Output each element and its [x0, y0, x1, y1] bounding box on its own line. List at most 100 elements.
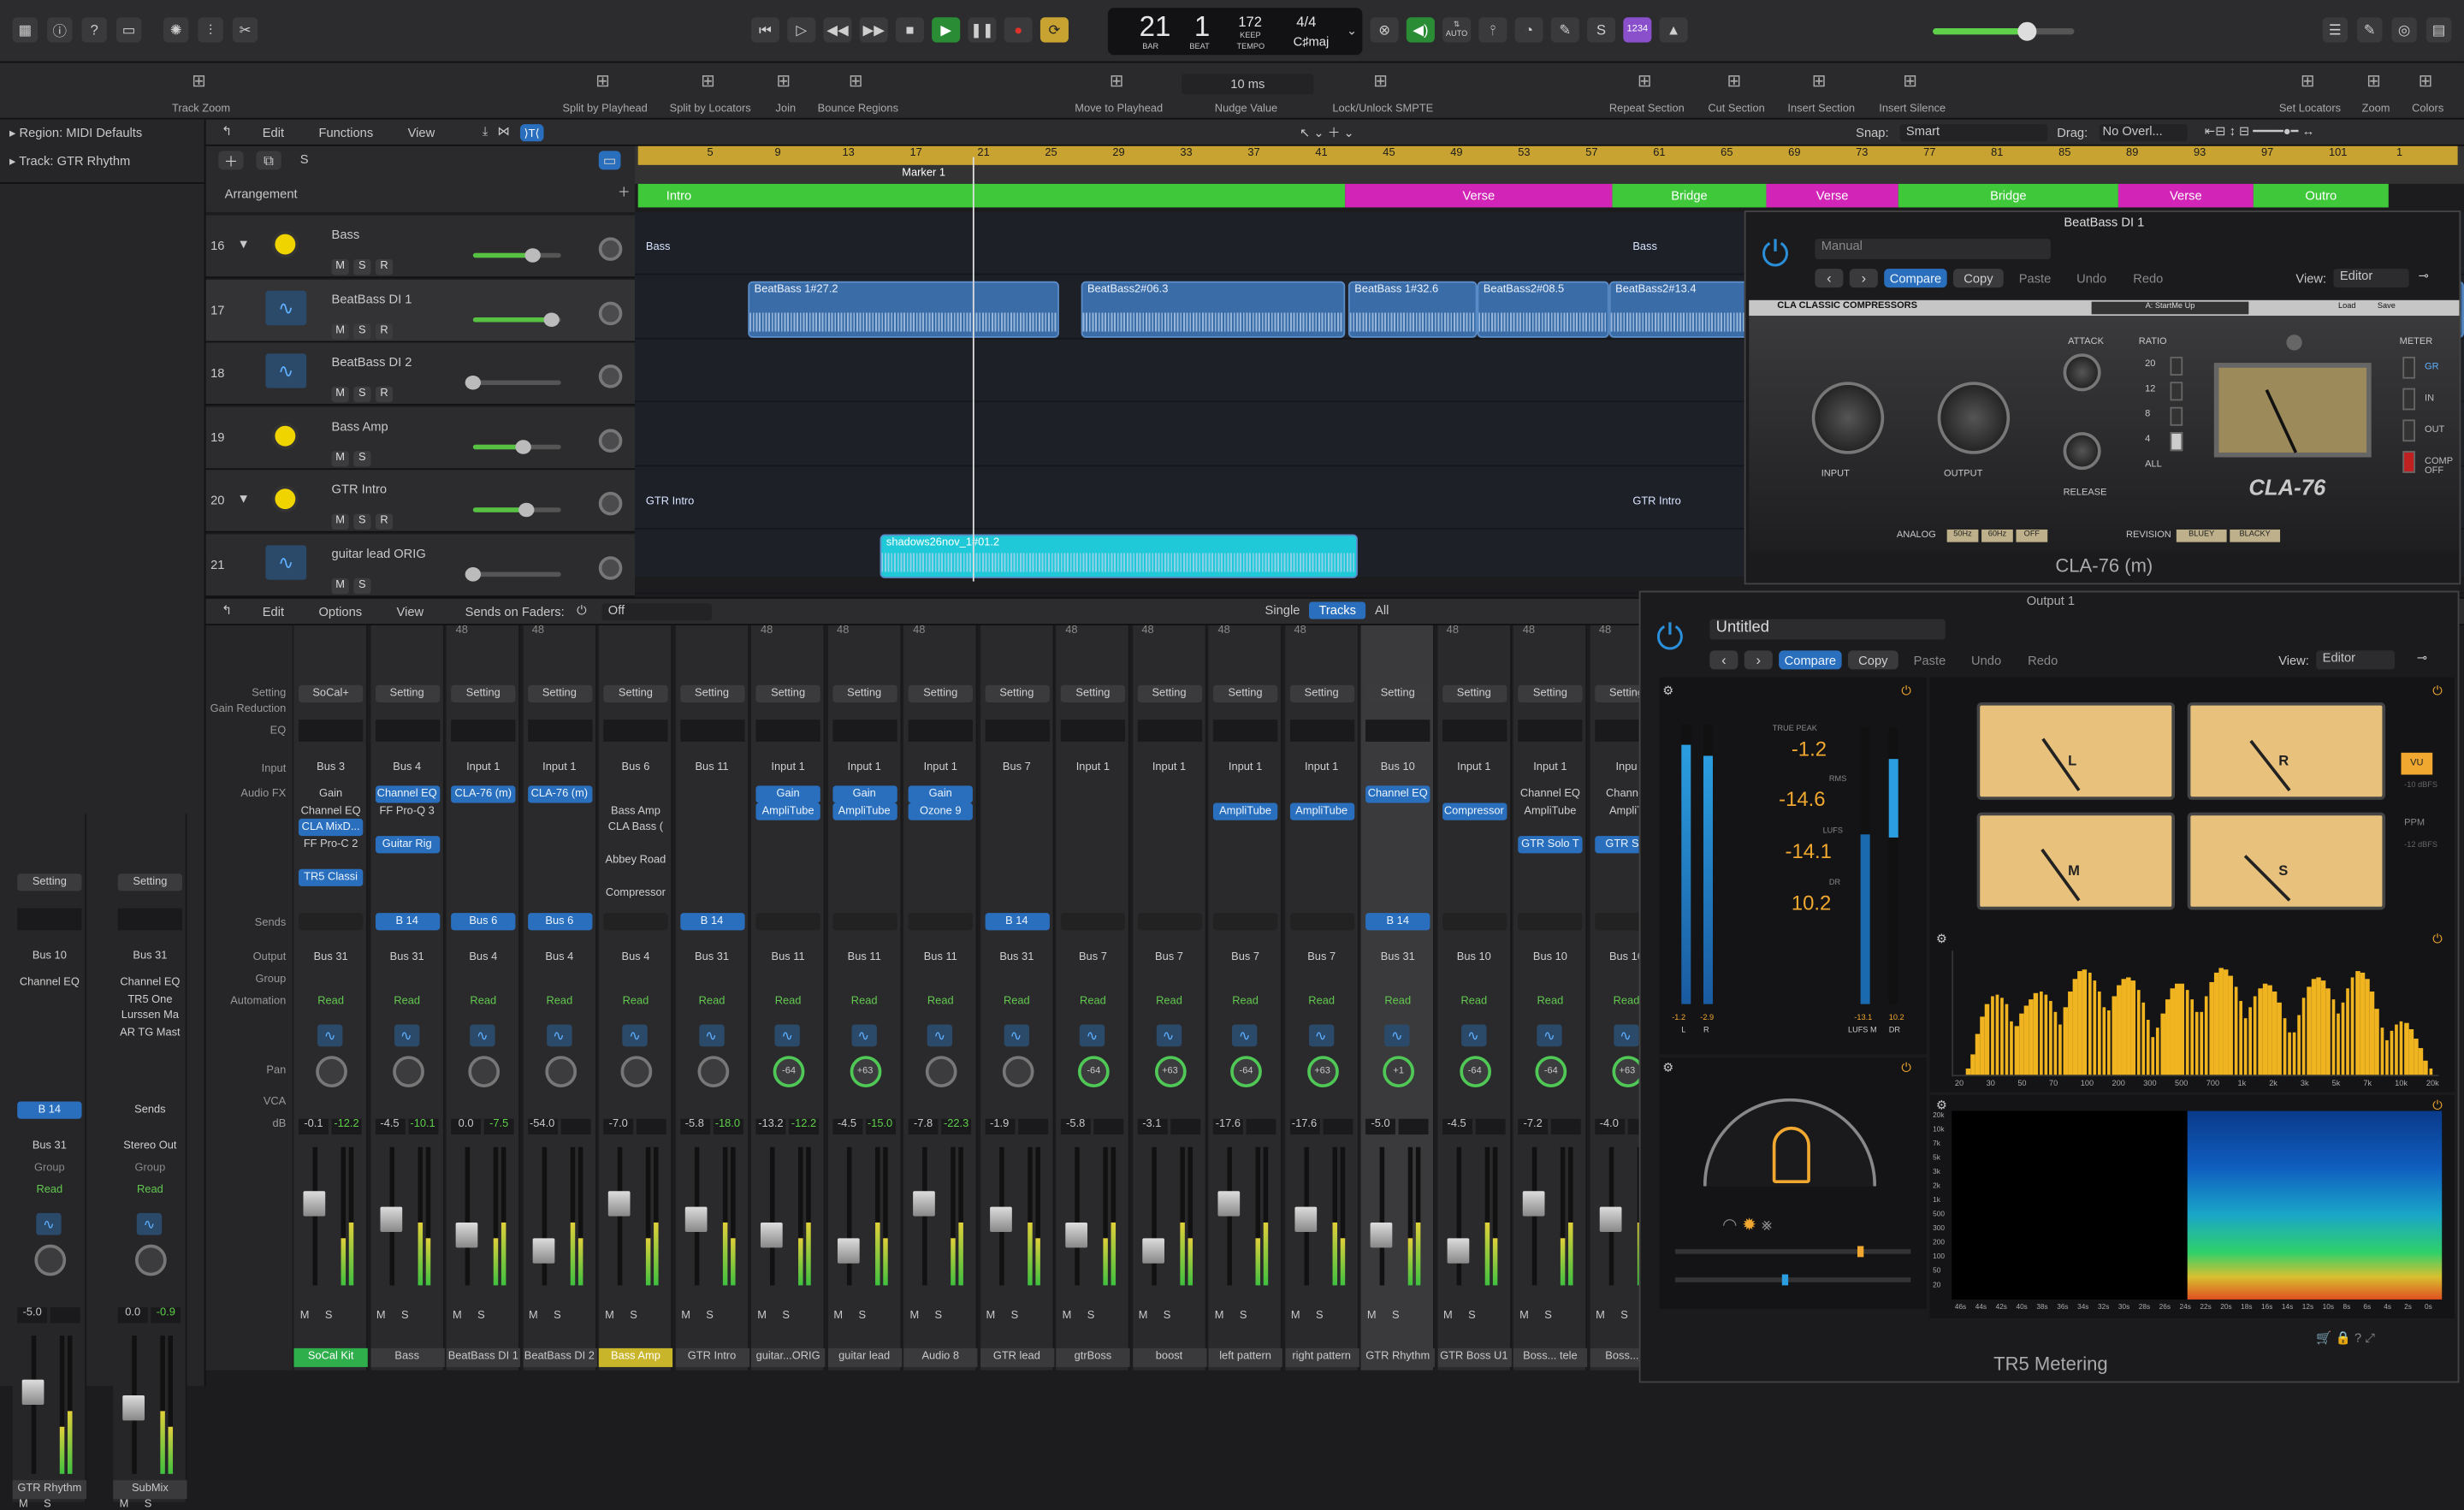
- strip-name[interactable]: Bass: [370, 1347, 444, 1367]
- audio-fx-slot[interactable]: AmpliTube: [755, 802, 820, 820]
- audio-fx-slot[interactable]: Gain: [908, 785, 973, 803]
- volume-fader-cap[interactable]: [455, 1222, 478, 1248]
- strip-name[interactable]: Boss... tele: [1513, 1347, 1588, 1367]
- automation-mode[interactable]: Read: [832, 993, 897, 1010]
- strip-name[interactable]: Bass Amp: [598, 1347, 673, 1367]
- strip-mute-button[interactable]: M: [1063, 1311, 1072, 1322]
- send-slot[interactable]: Sends: [118, 1102, 182, 1119]
- play-from-selection-icon[interactable]: ▷: [787, 17, 816, 43]
- strip-mute-button[interactable]: M: [19, 1499, 28, 1510]
- strip-mute-button[interactable]: M: [529, 1311, 538, 1322]
- volume-fader-track[interactable]: [1151, 1146, 1156, 1286]
- output-slot[interactable]: Bus 7: [1061, 949, 1125, 966]
- tool-icon-7[interactable]: ⊞: [1373, 71, 1388, 91]
- strip-solo-button[interactable]: S: [477, 1311, 485, 1322]
- section-3[interactable]: Verse: [1766, 183, 1898, 208]
- eq-thumbnail[interactable]: [1518, 719, 1583, 742]
- tr5-next-icon[interactable]: ›: [1744, 650, 1773, 670]
- pan-knob[interactable]: [696, 1056, 729, 1087]
- cla76-redo-button[interactable]: Redo: [2123, 269, 2173, 287]
- track-volume-slider[interactable]: [472, 439, 561, 453]
- setting-button[interactable]: Setting: [1060, 684, 1126, 703]
- strip-name[interactable]: GTR lead: [980, 1347, 1054, 1367]
- tool-icon-9[interactable]: ⊞: [1727, 71, 1742, 91]
- cla76-meter-opt-3[interactable]: COMP OFF: [2425, 457, 2456, 476]
- toolbar-icon[interactable]: ▭: [116, 17, 142, 43]
- strip-solo-button[interactable]: S: [1240, 1311, 1247, 1322]
- tr5-compare-button[interactable]: Compare: [1779, 650, 1842, 670]
- setting-button[interactable]: Setting: [1136, 684, 1202, 703]
- audio-fx-slot[interactable]: AmpliTube: [832, 802, 897, 820]
- link-icon[interactable]: ⋈: [497, 124, 510, 141]
- mixer-menu-0[interactable]: Edit: [263, 605, 284, 619]
- tr5-loudness-power-icon[interactable]: ⏻: [1901, 684, 1911, 699]
- tool-icon-0[interactable]: ⊞: [192, 71, 206, 91]
- cla76-meter-switch-2[interactable]: [2402, 419, 2416, 442]
- browser-icon[interactable]: ▤: [2426, 17, 2452, 43]
- strip-solo-button[interactable]: S: [325, 1311, 333, 1322]
- send-slot[interactable]: B 14: [375, 913, 440, 931]
- cla76-load[interactable]: Load: [2338, 302, 2355, 311]
- track-volume-slider[interactable]: [465, 375, 561, 390]
- cla76-attack-knob[interactable]: [2063, 353, 2101, 392]
- cla76-meter-opt-0[interactable]: GR: [2425, 363, 2456, 372]
- eq-thumbnail[interactable]: [908, 719, 973, 742]
- send-slot[interactable]: [603, 913, 668, 931]
- audio-fx-slot[interactable]: AR TG Mast: [118, 1024, 182, 1041]
- input-slot[interactable]: Input 1: [1137, 759, 1201, 776]
- solo-button[interactable]: S: [353, 450, 371, 466]
- cla76-ratio-1[interactable]: 12: [2145, 385, 2155, 394]
- track-volume-slider[interactable]: [472, 502, 561, 518]
- input-slot[interactable]: Bus 6: [603, 759, 667, 776]
- automation-mode[interactable]: Read: [375, 993, 439, 1010]
- pause-icon[interactable]: ❚❚: [968, 17, 997, 43]
- tr5-spectrum-gear-icon[interactable]: ⚙: [1936, 932, 1947, 946]
- output-slot[interactable]: Bus 11: [909, 949, 973, 966]
- audio-fx-slot[interactable]: Channel EQ: [17, 974, 81, 992]
- tr5-power-icon[interactable]: ⏻: [1656, 618, 1684, 659]
- input-slot[interactable]: Input 1: [1518, 759, 1582, 776]
- tr5-link-icon[interactable]: ⊸: [2417, 650, 2427, 665]
- audio-fx-slot[interactable]: Channel EQ: [1365, 785, 1430, 803]
- tool-icon-3[interactable]: ⊞: [776, 71, 791, 91]
- cla76-analog-2[interactable]: OFF: [2016, 529, 2048, 542]
- cla76-view-select[interactable]: Editor: [2333, 269, 2409, 288]
- track-volume-slider[interactable]: [465, 566, 561, 581]
- input-slot[interactable]: Input 1: [1213, 759, 1277, 776]
- output-slot[interactable]: Bus 31: [17, 1138, 81, 1155]
- input-slot[interactable]: Bus 11: [679, 759, 743, 776]
- tr5-paste-button[interactable]: Paste: [1904, 650, 1955, 669]
- volume-fader-cap[interactable]: [760, 1222, 783, 1248]
- volume-fader-cap[interactable]: [607, 1191, 631, 1217]
- input-slot[interactable]: Bus 31: [118, 948, 182, 965]
- track-name[interactable]: Bass: [332, 228, 360, 242]
- cla76-ratio-0[interactable]: 20: [2145, 360, 2155, 370]
- mixer-icon[interactable]: ⫶: [198, 17, 223, 43]
- output-slot[interactable]: Bus 7: [1213, 949, 1277, 966]
- group-slot[interactable]: Group: [17, 1159, 81, 1176]
- volume-fader-cap[interactable]: [1370, 1222, 1393, 1248]
- strip-mute-button[interactable]: M: [986, 1311, 996, 1322]
- record-enable-button[interactable]: R: [375, 323, 394, 339]
- mute-button[interactable]: M: [331, 323, 349, 339]
- strip-solo-button[interactable]: S: [401, 1311, 409, 1322]
- pan-knob[interactable]: -64: [1077, 1056, 1110, 1087]
- track-header-20[interactable]: 20 ▼ GTR Intro MSR: [205, 470, 636, 533]
- mixer-view-1[interactable]: Tracks: [1309, 601, 1366, 619]
- eq-thumbnail[interactable]: [984, 719, 1049, 742]
- automation-mode[interactable]: Read: [679, 993, 743, 1010]
- cla76-input-knob[interactable]: [1811, 382, 1885, 454]
- audio-fx-slot[interactable]: AmpliTube: [1289, 802, 1354, 820]
- region-r4[interactable]: BeatBass2#08.5: [1477, 281, 1609, 338]
- volume-fader-cap[interactable]: [21, 1379, 44, 1406]
- strip-mute-button[interactable]: M: [1519, 1311, 1529, 1322]
- tr5-preset-select[interactable]: Untitled: [1709, 619, 1946, 640]
- strip-solo-button[interactable]: S: [782, 1311, 790, 1322]
- track-pan-knob[interactable]: [598, 491, 623, 516]
- pan-knob[interactable]: [544, 1056, 577, 1087]
- disclosure-triangle-icon[interactable]: ▼: [237, 492, 250, 506]
- input-slot[interactable]: Bus 3: [299, 759, 363, 776]
- eq-thumbnail[interactable]: [451, 719, 516, 742]
- pan-knob[interactable]: +63: [1154, 1056, 1186, 1087]
- tool-icon-14[interactable]: ⊞: [2419, 71, 2433, 91]
